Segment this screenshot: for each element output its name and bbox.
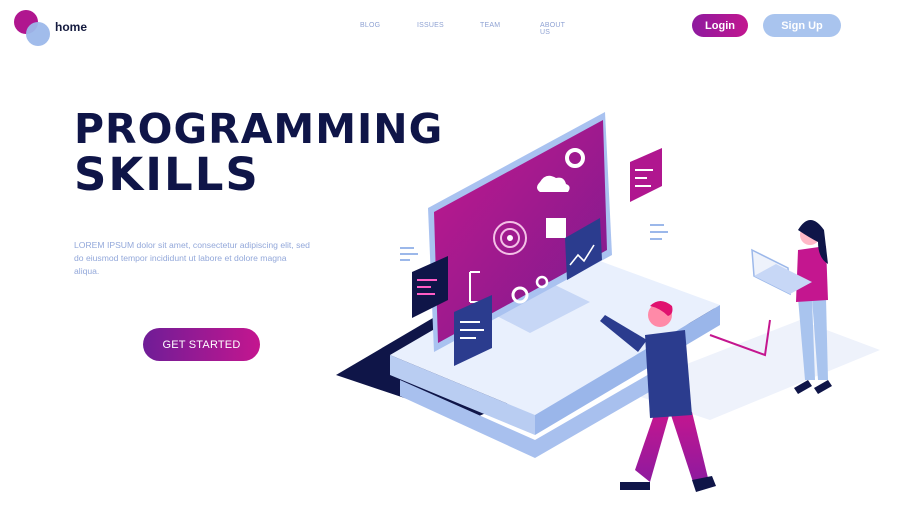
get-started-button[interactable]: GET STARTED (143, 328, 260, 361)
folder-icon (546, 218, 566, 238)
hero-description: LOREM IPSUM dolor sit amet, consectetur … (74, 240, 310, 276)
login-button[interactable]: Login (692, 14, 748, 37)
nav-blog[interactable]: BLOG (360, 22, 380, 29)
logo-circle-blue (26, 22, 50, 46)
nav-team[interactable]: TEAM (480, 22, 500, 29)
signup-button[interactable]: Sign Up (763, 14, 841, 37)
nav-about-us[interactable]: ABOUT US (540, 22, 565, 36)
logo[interactable] (14, 10, 54, 48)
nav-issues[interactable]: ISSUES (417, 22, 444, 29)
programming-illustration (336, 112, 880, 492)
home-link[interactable]: home (55, 20, 87, 34)
code-panel-right (630, 148, 662, 202)
